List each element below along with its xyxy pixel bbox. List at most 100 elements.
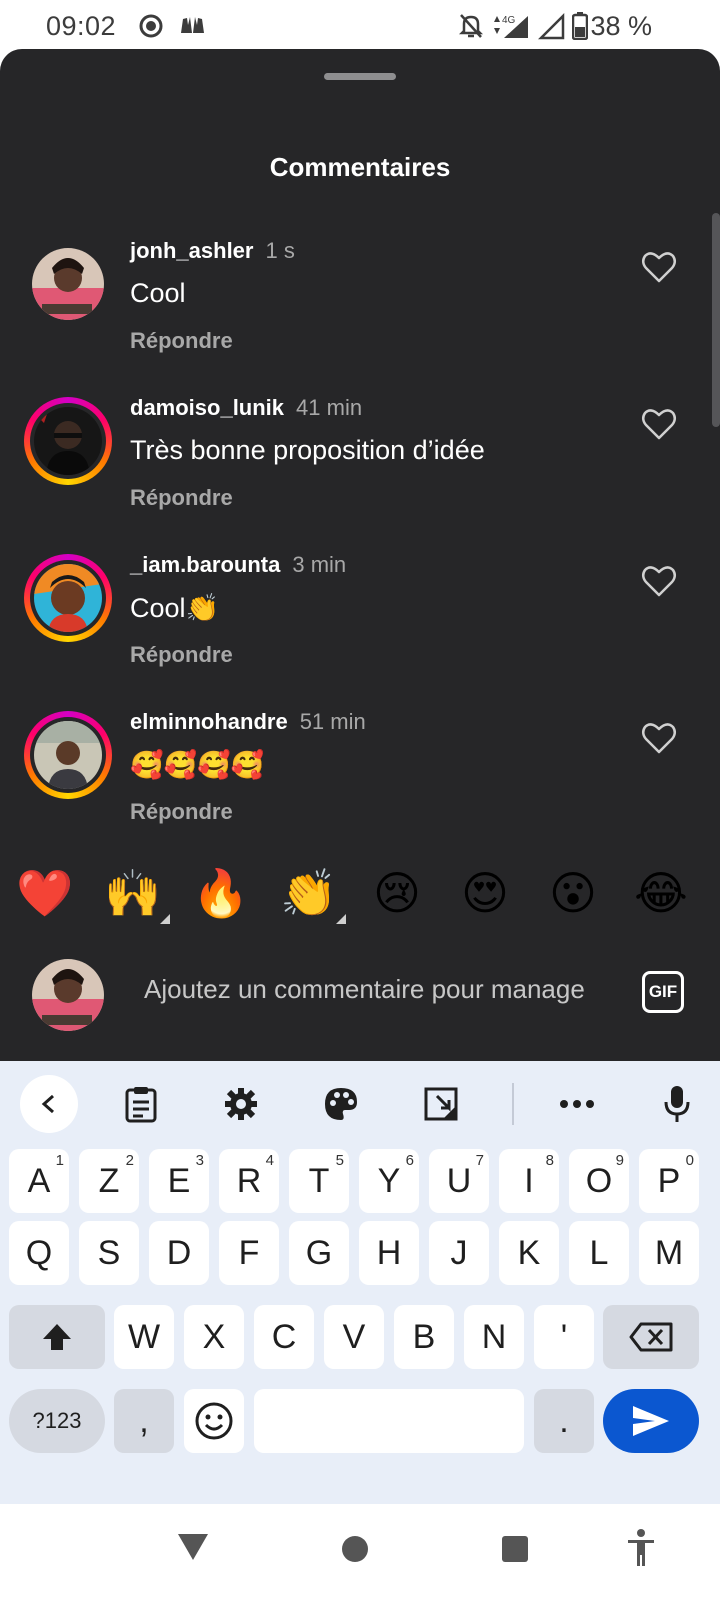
- key[interactable]: H: [359, 1221, 419, 1285]
- reply-button[interactable]: Répondre: [130, 328, 233, 354]
- emoji-key[interactable]: [184, 1389, 244, 1453]
- key[interactable]: X: [184, 1305, 244, 1369]
- heart-icon[interactable]: [640, 719, 678, 757]
- key[interactable]: I8: [499, 1149, 559, 1213]
- send-icon: [633, 1406, 669, 1436]
- hands-icon: [181, 17, 204, 33]
- signal-4g-icon: 4G: [494, 15, 528, 38]
- comment-input[interactable]: Ajoutez un commentaire pour manage: [144, 974, 610, 1010]
- gif-button[interactable]: GIF: [642, 971, 684, 1013]
- comment-time: 3 min: [292, 552, 347, 577]
- key[interactable]: U7: [429, 1149, 489, 1213]
- key[interactable]: D: [149, 1221, 209, 1285]
- comment-username[interactable]: damoiso_lunik 41 min: [130, 395, 362, 421]
- key[interactable]: C: [254, 1305, 314, 1369]
- more-icon[interactable]: [548, 1075, 606, 1133]
- period-key[interactable]: .: [534, 1389, 594, 1453]
- reaction-heart-eyes[interactable]: 😍: [454, 862, 516, 924]
- comment-username[interactable]: jonh_ashler 1 s: [130, 238, 295, 264]
- reaction-clap[interactable]: 👏: [278, 862, 346, 924]
- shift-key[interactable]: [9, 1305, 105, 1369]
- key[interactable]: E3: [149, 1149, 209, 1213]
- status-bar: 09:02 4G 38 %: [0, 0, 720, 49]
- gear-icon[interactable]: [212, 1075, 270, 1133]
- reaction-surprised[interactable]: 😮: [542, 862, 604, 924]
- comment-item: jonh_ashler 1 s Cool Répondre: [0, 228, 720, 378]
- home-circle-icon[interactable]: [340, 1534, 370, 1564]
- key[interactable]: F: [219, 1221, 279, 1285]
- reply-button[interactable]: Répondre: [130, 642, 233, 668]
- key[interactable]: A1: [9, 1149, 69, 1213]
- sheet-title: Commentaires: [269, 152, 451, 182]
- comment-text: 🥰🥰🥰🥰: [130, 750, 265, 780]
- comment-text: Cool👏: [130, 593, 220, 623]
- key[interactable]: G: [289, 1221, 349, 1285]
- avatar-photo: [34, 407, 102, 475]
- send-key[interactable]: [603, 1389, 699, 1453]
- symbols-key[interactable]: ?123: [9, 1389, 105, 1453]
- key[interactable]: ': [534, 1305, 594, 1369]
- status-time: 09:02: [46, 11, 117, 41]
- comment-time: 1 s: [265, 238, 295, 263]
- reaction-fire[interactable]: 🔥: [190, 862, 252, 924]
- translate-icon[interactable]: [412, 1075, 470, 1133]
- keyboard: A1 Z2 E3 R4 T5 Y6 U7 I8 O9 P0 Q S D F G …: [0, 1061, 720, 1504]
- space-bar[interactable]: [254, 1389, 524, 1453]
- quick-reactions: ❤️ 🙌 🔥 👏 😢 😍 😮 😂: [0, 862, 720, 924]
- battery-icon: [572, 12, 588, 40]
- avatar[interactable]: [24, 397, 112, 485]
- heart-icon[interactable]: [640, 562, 678, 600]
- key[interactable]: S: [79, 1221, 139, 1285]
- battery-percent: 38 %: [590, 11, 652, 41]
- key[interactable]: M: [639, 1221, 699, 1285]
- avatar[interactable]: [24, 554, 112, 642]
- backspace-icon: [629, 1322, 673, 1352]
- key[interactable]: O9: [569, 1149, 629, 1213]
- key[interactable]: Z2: [79, 1149, 139, 1213]
- comment-item: damoiso_lunik 41 min Très bonne propositi…: [0, 385, 720, 535]
- key[interactable]: J: [429, 1221, 489, 1285]
- back-chevron-icon[interactable]: [20, 1075, 78, 1133]
- clipboard-icon[interactable]: [112, 1075, 170, 1133]
- heart-icon[interactable]: [640, 405, 678, 443]
- comment-username[interactable]: elminnohandre 51 min: [130, 709, 366, 735]
- bell-off-icon: [458, 14, 484, 38]
- reaction-heart[interactable]: ❤️: [14, 862, 76, 924]
- avatar[interactable]: [24, 711, 112, 799]
- avatar[interactable]: [24, 240, 112, 328]
- avatar-photo: [34, 721, 102, 789]
- comments-sheet: Commentaires jonh_ashler 1 s Cool Répondr…: [0, 49, 720, 1061]
- reply-button[interactable]: Répondre: [130, 799, 233, 825]
- heart-icon[interactable]: [640, 248, 678, 286]
- back-triangle-icon[interactable]: [176, 1532, 210, 1562]
- record-icon: [139, 14, 163, 38]
- key[interactable]: P0: [639, 1149, 699, 1213]
- key[interactable]: R4: [219, 1149, 279, 1213]
- key[interactable]: Y6: [359, 1149, 419, 1213]
- reply-button[interactable]: Répondre: [130, 485, 233, 511]
- key[interactable]: V: [324, 1305, 384, 1369]
- key[interactable]: L: [569, 1221, 629, 1285]
- comma-key[interactable]: ,: [114, 1389, 174, 1453]
- key[interactable]: W: [114, 1305, 174, 1369]
- key[interactable]: K: [499, 1221, 559, 1285]
- accessibility-icon[interactable]: [626, 1528, 656, 1568]
- keyboard-toolbar: [0, 1061, 720, 1141]
- key[interactable]: B: [394, 1305, 454, 1369]
- recents-square-icon[interactable]: [500, 1534, 530, 1564]
- key[interactable]: T5: [289, 1149, 349, 1213]
- key[interactable]: N: [464, 1305, 524, 1369]
- microphone-icon[interactable]: [648, 1075, 706, 1133]
- reaction-raised-hands[interactable]: 🙌: [102, 862, 170, 924]
- comment-time: 51 min: [299, 709, 366, 734]
- comment-username[interactable]: _iam.barounta 3 min: [130, 552, 346, 578]
- reaction-crying[interactable]: 😢: [366, 862, 428, 924]
- palette-icon[interactable]: [312, 1075, 370, 1133]
- comment-text: Cool: [130, 278, 186, 308]
- navigation-bar: [0, 1504, 720, 1600]
- backspace-key[interactable]: [603, 1305, 699, 1369]
- drag-handle[interactable]: [324, 73, 396, 80]
- reaction-laughing[interactable]: 😂: [630, 862, 692, 924]
- key[interactable]: Q: [9, 1221, 69, 1285]
- smiley-icon: [195, 1402, 233, 1440]
